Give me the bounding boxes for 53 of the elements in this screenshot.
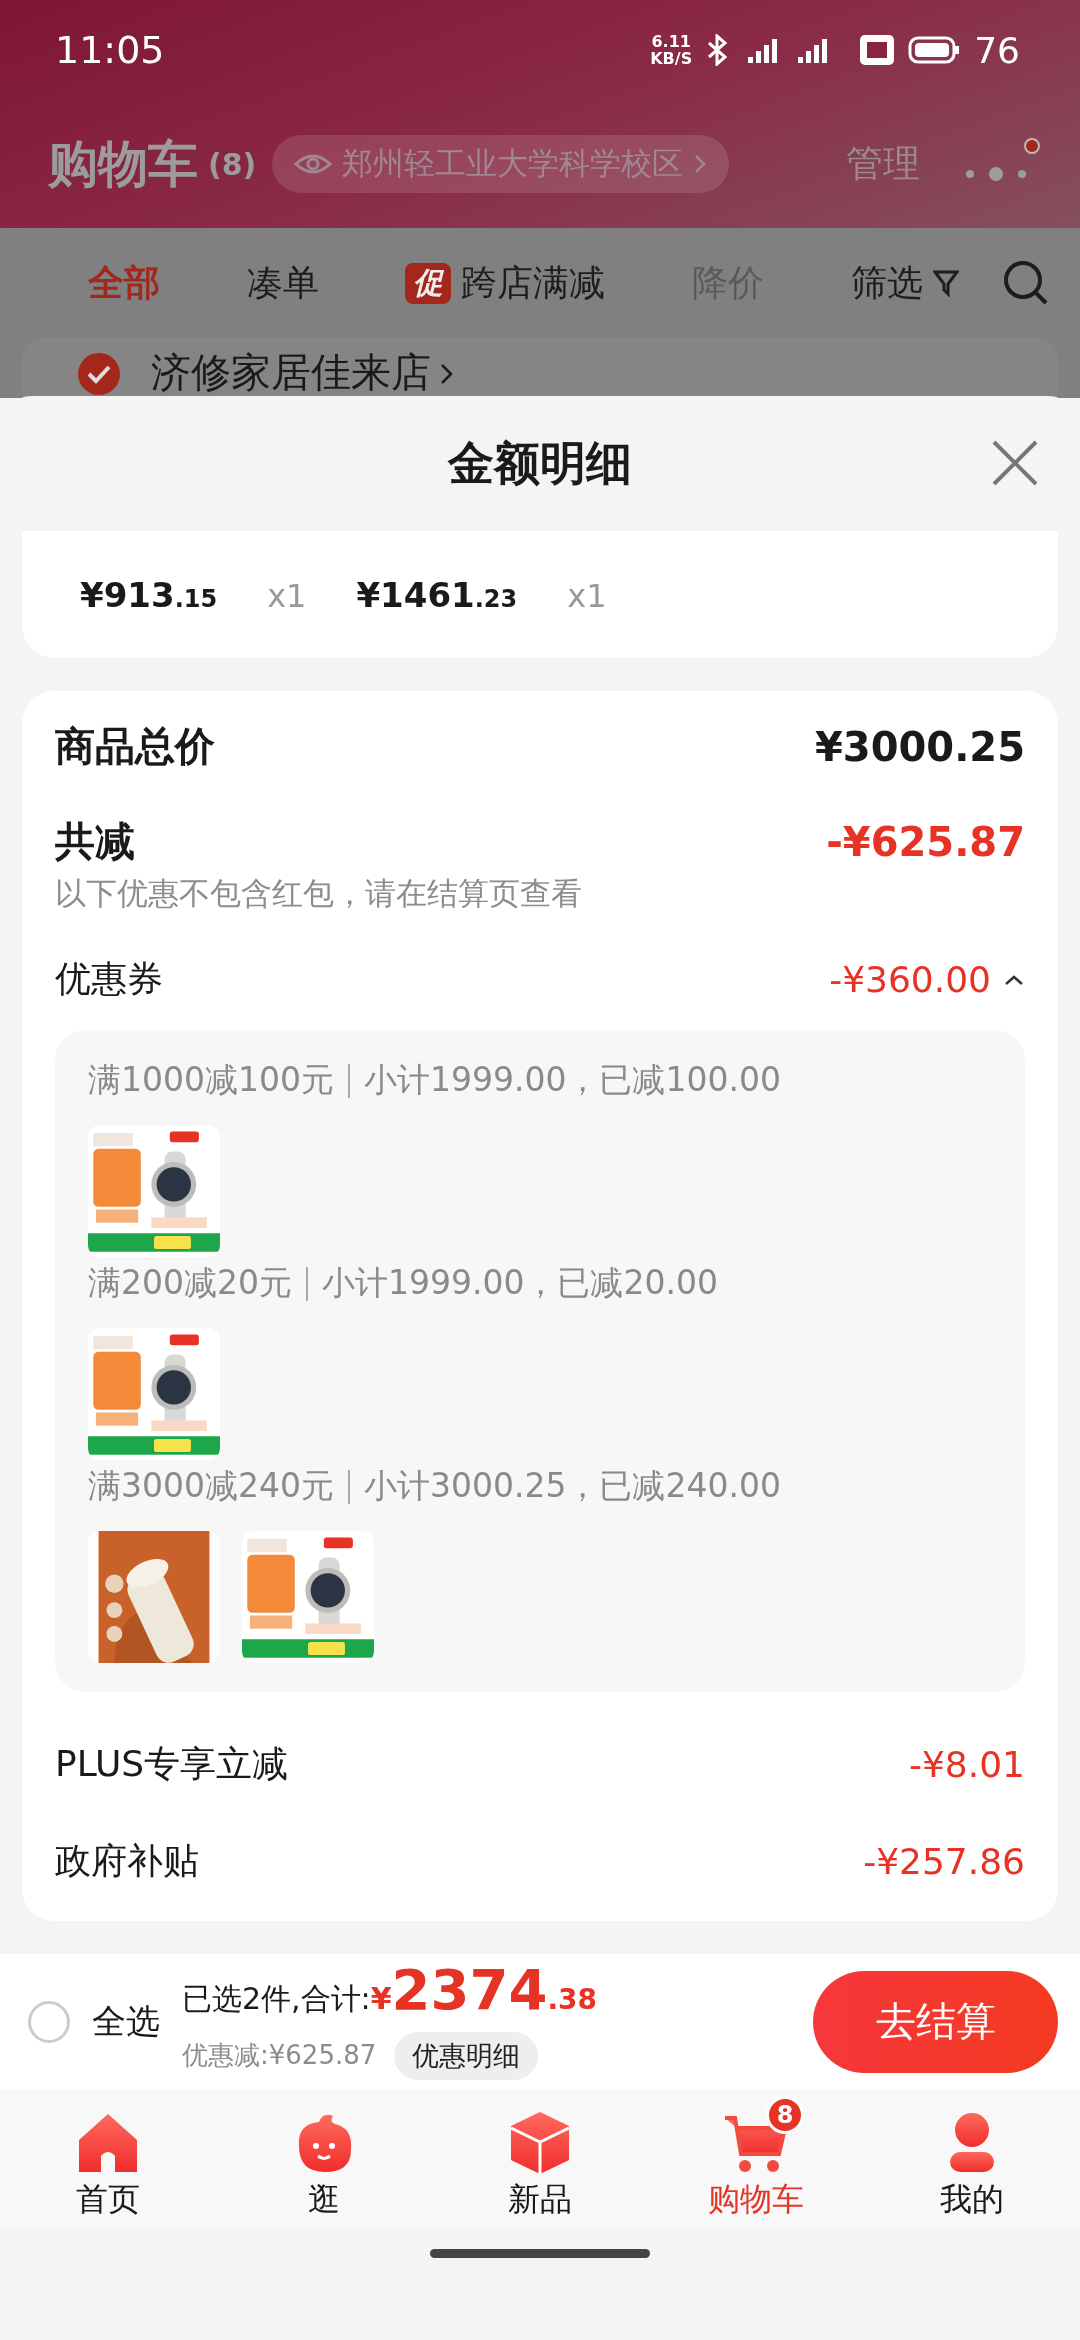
battery-level: 76 [974, 29, 1020, 71]
search-icon[interactable] [1001, 259, 1050, 307]
item-quantity: x1 [567, 576, 607, 615]
coupon-amount: -¥360.00 [829, 959, 991, 1000]
cart-count: (8) [208, 146, 257, 182]
nav-tab[interactable]: 我的 [864, 2096, 1080, 2222]
filter-tab[interactable]: 筛选 [807, 258, 1002, 308]
discount-note: 以下优惠不包含红包，请在结算页查看 [55, 874, 583, 913]
discount-item-amount: -¥257.86 [863, 1841, 1025, 1882]
coupon-subtotal: 小计1999.00，已减20.00 [322, 1262, 718, 1304]
promo-badge: 促 [405, 262, 452, 304]
coupon-label: 优惠券 [55, 957, 163, 1001]
coupon-subtotal: 小计1999.00，已减100.00 [364, 1059, 781, 1101]
total-amount: ¥3000.25 [814, 723, 1025, 770]
coupon-rule: 满1000减100元 [88, 1059, 334, 1101]
filter-icon [932, 269, 959, 297]
app-icon [860, 35, 895, 65]
close-icon[interactable] [990, 438, 1040, 488]
selected-summary: 已选2件,合计: [182, 1979, 371, 2018]
item-quantity: x1 [267, 576, 307, 615]
checkout-button[interactable]: 去结算 [813, 1970, 1058, 2073]
coupon-rule: 满200减20元 [88, 1262, 292, 1304]
saved-amount: 优惠减:¥625.87 [182, 2039, 377, 2072]
coupon-subtotal: 小计3000.25，已减240.00 [364, 1465, 781, 1507]
currency-sign: ¥ [370, 1980, 392, 2016]
total-label: 商品总价 [55, 722, 215, 771]
coupon-rule: 满3000减240元 [88, 1465, 334, 1507]
eye-icon [294, 152, 333, 176]
total-price: 2374.38 [391, 1963, 598, 2024]
cart-title: 购物车 [48, 133, 198, 195]
item-price: ¥1461.23 [356, 574, 518, 615]
nav-tab[interactable]: 首页 [0, 2096, 216, 2222]
more-icon[interactable] [966, 167, 1026, 181]
filter-tab[interactable]: 凑单 [203, 258, 363, 308]
discount-amount: -¥625.87 [826, 818, 1025, 865]
count-badge: 8 [766, 2096, 804, 2134]
select-all-label[interactable]: 全选 [92, 1998, 160, 2045]
discount-label: 共减 [55, 817, 135, 866]
discount-detail-button[interactable]: 优惠明细 [394, 2031, 539, 2080]
network-speed: 6.11 KB/S [650, 33, 693, 67]
battery-icon [908, 35, 961, 65]
nav-tab[interactable]: 购物车 8 [648, 2096, 864, 2222]
discount-item-label: 政府补贴 [55, 1839, 199, 1883]
status-time: 11:05 [55, 28, 165, 72]
discount-item-amount: -¥8.01 [908, 1744, 1025, 1785]
item-price: ¥913.15 [80, 574, 218, 615]
filter-tab[interactable]: 促 跨店满减 [362, 258, 649, 308]
select-all-radio[interactable] [28, 2000, 70, 2043]
nav-tab[interactable]: 逛 [216, 2096, 432, 2222]
discount-item-label: PLUS专享立减 [55, 1742, 289, 1786]
nav-tab[interactable]: 新品 [432, 2096, 648, 2222]
checkbox-icon[interactable] [77, 352, 121, 396]
sheet-title: 金额明细 [448, 434, 632, 492]
